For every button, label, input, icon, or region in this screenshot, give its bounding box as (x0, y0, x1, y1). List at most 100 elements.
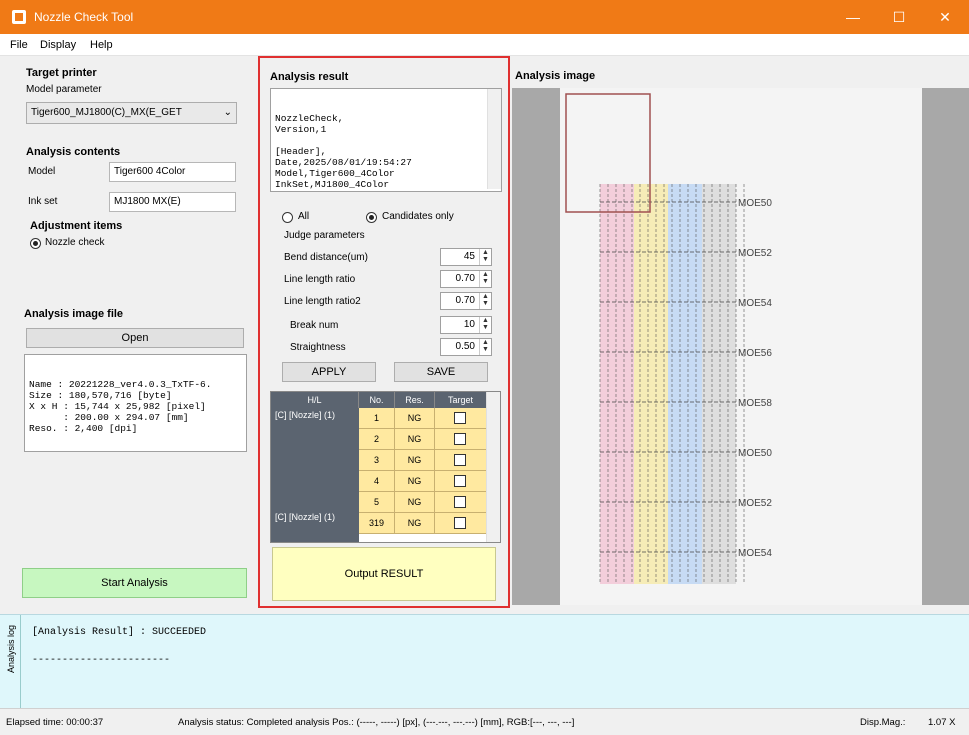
all-radio[interactable] (282, 212, 293, 223)
grid-cell-target (435, 408, 487, 429)
nozzle-check-label: Nozzle check (45, 237, 105, 248)
title-bar: Nozzle Check Tool — ☐ ✕ (0, 0, 969, 34)
maximize-button[interactable]: ☐ (876, 0, 922, 34)
log-divider (20, 615, 21, 709)
target-checkbox[interactable] (454, 475, 466, 487)
target-checkbox[interactable] (454, 496, 466, 508)
grid-header-target: Target (435, 392, 487, 408)
grid-cell-no: 4 (359, 471, 395, 492)
all-label: All (298, 211, 310, 222)
file-info-textbox[interactable]: Name : 20221228_ver4.0.3_TxTF-6. Size : … (24, 354, 247, 452)
start-analysis-button[interactable]: Start Analysis (22, 568, 247, 598)
menu-bar: File Display Help (0, 34, 969, 56)
model-parameter-label: Model parameter (26, 84, 102, 95)
grid-scrollbar[interactable] (486, 392, 500, 542)
target-checkbox[interactable] (454, 454, 466, 466)
log-line-1: [Analysis Result] : SUCCEEDED (32, 627, 207, 638)
param-label-straightness: Straightness (290, 342, 346, 353)
spinner-arrows-icon[interactable]: ▲ ▼ (479, 271, 491, 287)
menu-help[interactable]: Help (90, 39, 113, 51)
analysis-image-heading: Analysis image (515, 70, 596, 82)
analysis-image-viewer[interactable]: MOE50 MOE52 MOE54 MOE56 MOE58 MOE50 MOE52 MOE54 (512, 88, 969, 605)
spinner-arrows-icon[interactable]: ▲ ▼ (479, 317, 491, 333)
target-checkbox[interactable] (454, 433, 466, 445)
model-parameter-value: Tiger600_MJ1800(C)_MX(E_GET (31, 107, 182, 118)
analysis-image-file-heading: Analysis image file (24, 308, 124, 320)
menu-file[interactable]: File (10, 39, 28, 51)
status-bar: Elapsed time: 00:00:37 Analysis status: … (0, 708, 969, 735)
line-length-ratio2-spinner[interactable]: 0.70 ▲ ▼ (440, 292, 492, 310)
target-checkbox[interactable] (454, 412, 466, 424)
ink-stripe (668, 184, 702, 584)
ink-set-label: Ink set (28, 196, 58, 207)
grid-cell-no: 319 (359, 513, 395, 534)
pattern-row-label: MOE52 (738, 248, 772, 259)
candidates-only-radio[interactable] (366, 212, 377, 223)
target-checkbox[interactable] (454, 517, 466, 529)
analysis-result-heading: Analysis result (270, 71, 349, 83)
disp-mag-value: 1.07 X (928, 717, 956, 728)
grid-cell-res: NG (395, 492, 435, 513)
spinner-arrows-icon[interactable]: ▲ ▼ (479, 293, 491, 309)
param-label-line-length-ratio: Line length ratio (284, 274, 356, 285)
judge-parameters-label: Judge parameters (284, 230, 365, 241)
open-button[interactable]: Open (26, 328, 244, 348)
pattern-row-label: MOE52 (738, 498, 772, 509)
pattern-row-label: MOE50 (738, 448, 772, 459)
menu-display[interactable]: Display (40, 39, 76, 51)
grid-cell-no: 2 (359, 429, 395, 450)
close-button[interactable]: ✕ (922, 0, 968, 34)
save-button[interactable]: SAVE (394, 362, 488, 382)
grid-cell-target (435, 492, 487, 513)
file-info-text: Name : 20221228_ver4.0.3_TxTF-6. Size : … (29, 379, 212, 434)
nozzle-check-radio[interactable] (30, 238, 41, 249)
grid-cell-no: 1 (359, 408, 395, 429)
apply-button[interactable]: APPLY (282, 362, 376, 382)
log-line-2: ----------------------- (32, 655, 171, 666)
disp-mag-label: Disp.Mag.: (860, 717, 906, 728)
candidates-only-label: Candidates only (382, 211, 454, 222)
grid-cell-no: 3 (359, 450, 395, 471)
ink-stripe (634, 184, 668, 584)
spinner-arrows-icon[interactable]: ▲ ▼ (479, 339, 491, 355)
analysis-log-panel: Analysis log [Analysis Result] : SUCCEED… (0, 614, 969, 709)
analysis-result-textbox[interactable]: NozzleCheck, Version,1 [Header], Date,20… (270, 88, 502, 192)
grid-header-hl: H/L (271, 392, 359, 408)
grid-cell-target (435, 429, 487, 450)
grid-cell-target (435, 471, 487, 492)
break-num-spinner[interactable]: 10 ▲ ▼ (440, 316, 492, 334)
result-scrollbar[interactable] (487, 89, 501, 189)
analysis-status: Analysis status: Completed analysis Pos.… (178, 717, 575, 728)
group-header-top: [C] [Nozzle] (1) (271, 408, 359, 492)
pattern-row-label: MOE58 (738, 398, 772, 409)
analysis-log-tab[interactable]: Analysis log (6, 625, 16, 673)
target-printer-heading: Target printer (26, 67, 97, 79)
ink-stripe (600, 184, 634, 584)
grid-header-res: Res. (395, 392, 435, 408)
analysis-image-canvas: MOE50 MOE52 MOE54 MOE56 MOE58 MOE50 MOE52 MOE54 (560, 88, 922, 605)
output-result-button[interactable]: Output RESULT (272, 547, 496, 601)
pattern-row-label: MOE50 (738, 198, 772, 209)
spinner-arrows-icon[interactable]: ▲ ▼ (479, 249, 491, 265)
bend-distance-spinner[interactable]: 45 ▲ ▼ (440, 248, 492, 266)
straightness-spinner[interactable]: 0.50 ▲ ▼ (440, 338, 492, 356)
pattern-row-label: MOE56 (738, 348, 772, 359)
grid-cell-target (435, 450, 487, 471)
analysis-result-text: NozzleCheck, Version,1 [Header], Date,20… (275, 113, 412, 190)
grid-cell-res: NG (395, 408, 435, 429)
minimize-button[interactable]: — (830, 0, 876, 34)
results-grid[interactable]: H/L No. Res. Target [C] [Nozzle] (1) [C]… (270, 391, 501, 543)
pattern-row-label: MOE54 (738, 298, 772, 309)
line-length-ratio-spinner[interactable]: 0.70 ▲ ▼ (440, 270, 492, 288)
grid-cell-no: 5 (359, 492, 395, 513)
model-field: Tiger600 4Color (109, 162, 236, 182)
model-parameter-select[interactable]: Tiger600_MJ1800(C)_MX(E_GET ⌄ (26, 102, 237, 124)
group-header-bottom: [C] [Nozzle] (1) (271, 492, 359, 542)
window-title: Nozzle Check Tool (34, 10, 134, 24)
straightness-value: 0.50 (455, 341, 475, 352)
app-icon (12, 10, 26, 24)
ink-set-field: MJ1800 MX(E) (109, 192, 236, 212)
bend-distance-value: 45 (463, 251, 475, 262)
grid-cell-res: NG (395, 450, 435, 471)
break-num-value: 10 (463, 319, 475, 330)
